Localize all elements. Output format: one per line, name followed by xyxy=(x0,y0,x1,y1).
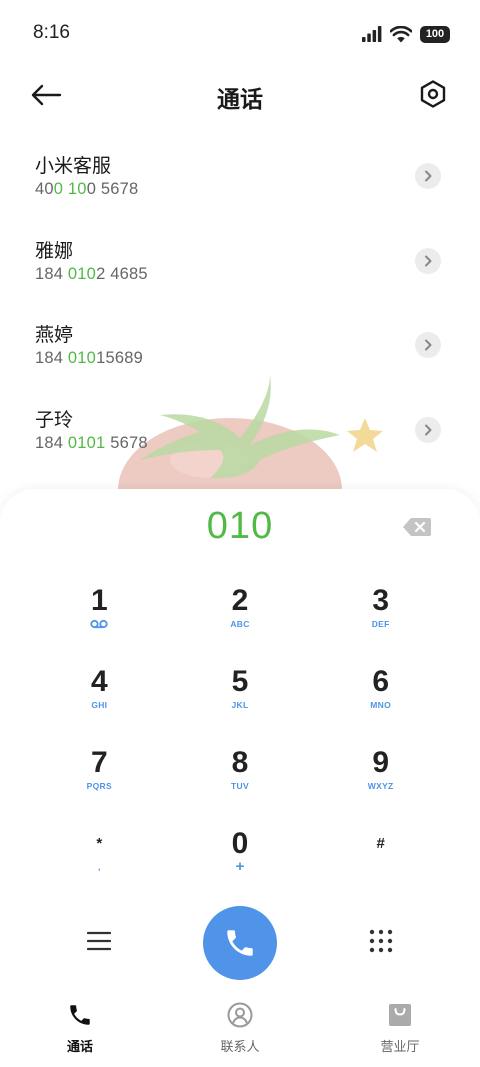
contact-name: 燕婷 xyxy=(35,324,74,346)
key-star[interactable]: * , xyxy=(29,820,170,901)
contact-list: 小米客服 400 100 5678 雅娜 184 0102 4685 燕婷 18… xyxy=(0,140,480,478)
nav-item-calls[interactable]: 通话 xyxy=(0,989,160,1067)
key-digit: 3 xyxy=(372,584,389,617)
key-letters: MNO xyxy=(370,700,392,710)
keypad: 1 2 ABC 3 DEF 4 GHI 5 JKL 6 MNO 7 PQRS 8… xyxy=(29,577,451,901)
key-5[interactable]: 5 JKL xyxy=(170,658,311,739)
key-letters: ABC xyxy=(230,619,250,629)
contact-detail-button[interactable] xyxy=(415,416,441,443)
phone-icon xyxy=(66,1001,94,1029)
key-3[interactable]: 3 DEF xyxy=(310,577,451,658)
settings-button[interactable] xyxy=(418,78,448,110)
key-digit: 8 xyxy=(231,746,249,779)
battery-level: 100 xyxy=(425,28,445,40)
key-digit: 2 xyxy=(231,584,249,617)
key-digit: 9 xyxy=(372,746,389,779)
contact-icon xyxy=(226,1001,254,1029)
page-title: 通话 xyxy=(217,87,263,113)
key-digit: 5 xyxy=(231,665,249,698)
contact-number: 184 0102 4685 xyxy=(35,264,148,283)
contact-item[interactable]: 雅娜 184 0102 4685 xyxy=(0,225,480,310)
battery-icon: 100 xyxy=(420,25,450,43)
key-digit: 7 xyxy=(90,746,108,779)
contact-number: 184 01015689 xyxy=(35,349,143,367)
status-bar: 8:16 100 xyxy=(0,0,480,68)
voicemail-icon xyxy=(90,619,108,629)
menu-icon xyxy=(86,931,112,951)
chevron-right-icon xyxy=(425,339,432,351)
contact-number: 184 0101 5678 xyxy=(35,433,148,452)
key-6[interactable]: 6 MNO xyxy=(310,658,451,739)
key-7[interactable]: 7 PQRS xyxy=(29,739,170,820)
chevron-right-icon xyxy=(425,170,432,182)
contact-name: 雅娜 xyxy=(35,239,74,262)
key-8[interactable]: 8 TUV xyxy=(170,739,311,820)
key-letters: GHI xyxy=(91,700,108,710)
nav-label: 营业厅 xyxy=(380,1040,420,1055)
key-letters: PQRS xyxy=(86,781,112,791)
key-4[interactable]: 4 GHI xyxy=(29,658,170,739)
dialpad-icon xyxy=(369,929,393,953)
backspace-icon xyxy=(403,518,431,536)
signal-icon xyxy=(362,26,382,42)
key-2[interactable]: 2 ABC xyxy=(170,577,311,658)
nav-item-contacts[interactable]: 联系人 xyxy=(160,989,320,1067)
key-0[interactable]: 0 + xyxy=(170,820,311,901)
key-letters: JKL xyxy=(231,700,249,710)
chevron-right-icon xyxy=(425,424,432,435)
nav-label: 通话 xyxy=(66,1040,93,1055)
contact-item[interactable]: 子玲 184 0101 5678 xyxy=(0,394,480,479)
key-digit: 0 xyxy=(231,827,249,860)
key-digit: 1 xyxy=(90,584,108,617)
hexagon-settings-icon xyxy=(420,80,446,108)
dial-actions xyxy=(0,905,480,981)
call-button[interactable] xyxy=(203,906,277,980)
contact-detail-button[interactable] xyxy=(415,332,441,358)
backspace-button[interactable] xyxy=(402,516,432,538)
key-letters: + xyxy=(235,858,245,875)
shopping-bag-icon xyxy=(386,1001,414,1029)
contact-number: 400 100 5678 xyxy=(35,180,139,198)
chevron-right-icon xyxy=(425,255,432,266)
contact-detail-button[interactable] xyxy=(415,163,441,189)
contact-name: 子玲 xyxy=(35,408,74,431)
phone-icon xyxy=(227,930,253,956)
menu-button[interactable] xyxy=(86,929,112,953)
bottom-nav: 通话 联系人 营业厅 xyxy=(0,989,480,1067)
key-letters: DEF xyxy=(371,619,390,629)
key-letters: WXYZ xyxy=(367,781,394,791)
key-digit: 6 xyxy=(372,665,389,698)
contact-detail-button[interactable] xyxy=(415,247,441,274)
wifi-icon xyxy=(390,25,412,42)
header: 通话 xyxy=(0,68,480,124)
key-digit: * xyxy=(96,835,103,852)
key-letters: , xyxy=(97,862,101,872)
key-letters: TUV xyxy=(231,781,249,791)
keypad-toggle-button[interactable] xyxy=(369,929,393,953)
nav-label: 联系人 xyxy=(220,1040,260,1055)
status-icons: 100 xyxy=(362,22,450,46)
key-1[interactable]: 1 xyxy=(29,577,170,658)
contact-name: 小米客服 xyxy=(35,155,112,177)
key-digit: 4 xyxy=(90,665,108,698)
contact-item[interactable]: 燕婷 184 01015689 xyxy=(0,309,480,394)
contact-item[interactable]: 小米客服 400 100 5678 xyxy=(0,140,480,225)
dial-panel: 010 1 2 ABC 3 DEF 4 GHI 5 JKL 6 MNO 7 PQ… xyxy=(0,489,480,1067)
nav-item-store[interactable]: 营业厅 xyxy=(320,989,480,1067)
key-digit: # xyxy=(376,835,385,852)
key-hash[interactable]: # xyxy=(310,820,451,901)
status-time: 8:16 xyxy=(33,22,70,43)
key-9[interactable]: 9 WXYZ xyxy=(310,739,451,820)
